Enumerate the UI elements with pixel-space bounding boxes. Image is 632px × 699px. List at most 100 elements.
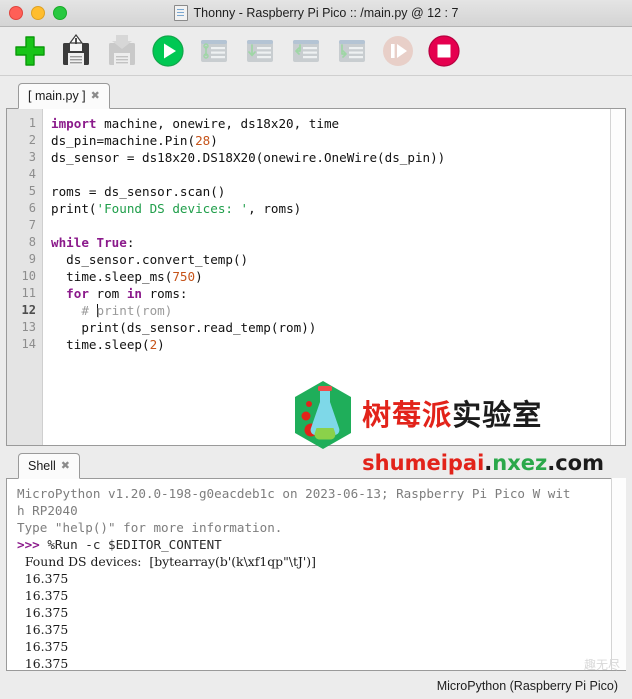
title-bar: Thonny - Raspberry Pi Pico :: /main.py @… (0, 0, 632, 27)
code-token: ) (195, 269, 203, 284)
code-token: ds_sensor = ds18x20.DS18X20(onewire.OneW… (51, 150, 446, 165)
window-title: Thonny - Raspberry Pi Pico :: /main.py @… (193, 6, 459, 20)
status-bar: MicroPython (Raspberry Pi Pico) (0, 673, 632, 699)
shell-line: h RP2040 (17, 502, 625, 519)
shell-command: %Run -c $EDITOR_CONTENT (47, 537, 222, 552)
shell-text: 16.375 (17, 639, 69, 654)
minimize-window-button[interactable] (31, 6, 45, 20)
tab-main-py[interactable]: [ main.py ] ✖ (18, 83, 110, 109)
editor-vertical-scrollbar[interactable] (610, 109, 625, 445)
code-line[interactable]: # print(rom) (51, 302, 625, 319)
code-line[interactable] (51, 166, 625, 183)
code-line[interactable]: print(ds_sensor.read_temp(rom)) (51, 319, 625, 336)
code-line[interactable]: time.sleep(2) (51, 336, 625, 353)
shell-text: Type "help()" for more information. (17, 520, 283, 535)
stop-button[interactable] (424, 31, 464, 71)
main-toolbar (0, 27, 632, 76)
close-icon[interactable]: ✖ (61, 460, 70, 472)
code-line[interactable]: ds_sensor = ds18x20.DS18X20(onewire.OneW… (51, 149, 625, 166)
resume-button (378, 31, 418, 71)
green-plus-icon (15, 36, 45, 66)
code-token: print( (51, 201, 97, 216)
code-token: while (51, 235, 89, 250)
line-number: 14 (21, 337, 36, 351)
close-icon[interactable]: ✖ (91, 90, 100, 102)
shell-text: 16.375 (17, 571, 69, 586)
code-line[interactable]: print('Found DS devices: ', roms) (51, 200, 625, 217)
line-number: 10 (21, 269, 36, 283)
close-window-button[interactable] (9, 6, 23, 20)
shell-vertical-scrollbar[interactable] (611, 478, 626, 670)
shell-text: 16.375 (17, 605, 69, 620)
code-line[interactable]: ds_sensor.convert_temp() (51, 251, 625, 268)
shell-prompt: >>> (17, 537, 48, 552)
code-token: print(ds_sensor.read_temp(rom)) (51, 320, 317, 335)
editor-notebook: [ main.py ] ✖ 1 2 3 4 5 6 7 8 9 10 11 12 13 14 import… (6, 82, 626, 474)
shell-line: MicroPython v1.20.0-198-g0eacdeb1c on 20… (17, 485, 625, 502)
shell-output[interactable]: MicroPython v1.20.0-198-g0eacdeb1c on 20… (6, 479, 626, 671)
shell-line: Type "help()" for more information. (17, 519, 625, 536)
zoom-window-button[interactable] (53, 6, 67, 20)
debug-button (194, 31, 234, 71)
floppy-save-icon (63, 34, 89, 65)
shell-text: h RP2040 (17, 503, 78, 518)
step-out-icon (339, 40, 365, 62)
code-line[interactable]: while True: (51, 234, 625, 251)
resume-icon (383, 36, 413, 66)
code-token: import (51, 116, 97, 131)
code-line[interactable]: ds_pin=machine.Pin(28) (51, 132, 625, 149)
line-number: 8 (28, 235, 36, 249)
code-token: 28 (195, 133, 211, 148)
editor-body[interactable]: 1 2 3 4 5 6 7 8 9 10 11 12 13 14 import machine, onew… (6, 109, 626, 446)
document-icon (173, 5, 188, 21)
code-line[interactable]: roms = ds_sensor.scan() (51, 183, 625, 200)
load-file-button (102, 31, 142, 71)
tab-shell[interactable]: Shell ✖ (18, 453, 81, 479)
code-token: : (126, 235, 135, 250)
editor-tab-strip: [ main.py ] ✖ (6, 82, 626, 109)
code-token: machine, onewire, ds18x20, time (96, 116, 340, 131)
red-stop-icon (428, 35, 460, 67)
code-token: in (126, 286, 143, 301)
green-play-icon (152, 35, 184, 67)
code-line[interactable]: time.sleep_ms(750) (51, 268, 625, 285)
code-token: # (51, 303, 97, 318)
step-over-icon (247, 40, 273, 62)
shell-text: 16.375 (17, 622, 69, 637)
new-file-button[interactable] (10, 31, 50, 71)
code-line[interactable]: for rom in roms: (51, 285, 625, 302)
code-token: ) (210, 133, 218, 148)
shell-line: 16.375 (17, 604, 625, 621)
shell-line: >>> %Run -c $EDITOR_CONTENT (17, 536, 625, 553)
thonny-window: Thonny - Raspberry Pi Pico :: /main.py @… (0, 0, 632, 699)
line-number: 2 (28, 133, 36, 147)
shell-line: 16.375 (17, 621, 625, 638)
debug-icon (201, 40, 227, 62)
shell-line: 16.375 (17, 655, 625, 670)
code-editor[interactable]: import machine, onewire, ds18x20, time ds… (43, 109, 625, 445)
code-token: , roms) (248, 201, 302, 216)
code-line[interactable]: import machine, onewire, ds18x20, time (51, 115, 625, 132)
shell-line: 16.375 (17, 587, 625, 604)
run-button[interactable] (148, 31, 188, 71)
line-number: 7 (28, 218, 36, 232)
line-number: 5 (28, 184, 36, 198)
code-token: 750 (172, 269, 196, 284)
window-title-group: Thonny - Raspberry Pi Pico :: /main.py @… (0, 0, 632, 26)
code-token: True (96, 235, 127, 250)
save-file-button[interactable] (56, 31, 96, 71)
step-over-button (240, 31, 280, 71)
code-token: time.sleep( (51, 337, 150, 352)
code-token: ds_sensor.convert_temp() (51, 252, 249, 267)
code-token: roms: (142, 286, 188, 301)
step-into-icon (293, 40, 319, 62)
shell-line: 16.375 (17, 638, 625, 655)
line-number: 9 (28, 252, 36, 266)
interpreter-status[interactable]: MicroPython (Raspberry Pi Pico) (437, 679, 618, 693)
shell-text: Found DS devices: [bytearray(b'(k\xf1qp"… (17, 554, 316, 569)
code-token: for (66, 286, 89, 301)
code-line[interactable] (51, 217, 625, 234)
code-token: print(rom) (96, 303, 173, 318)
